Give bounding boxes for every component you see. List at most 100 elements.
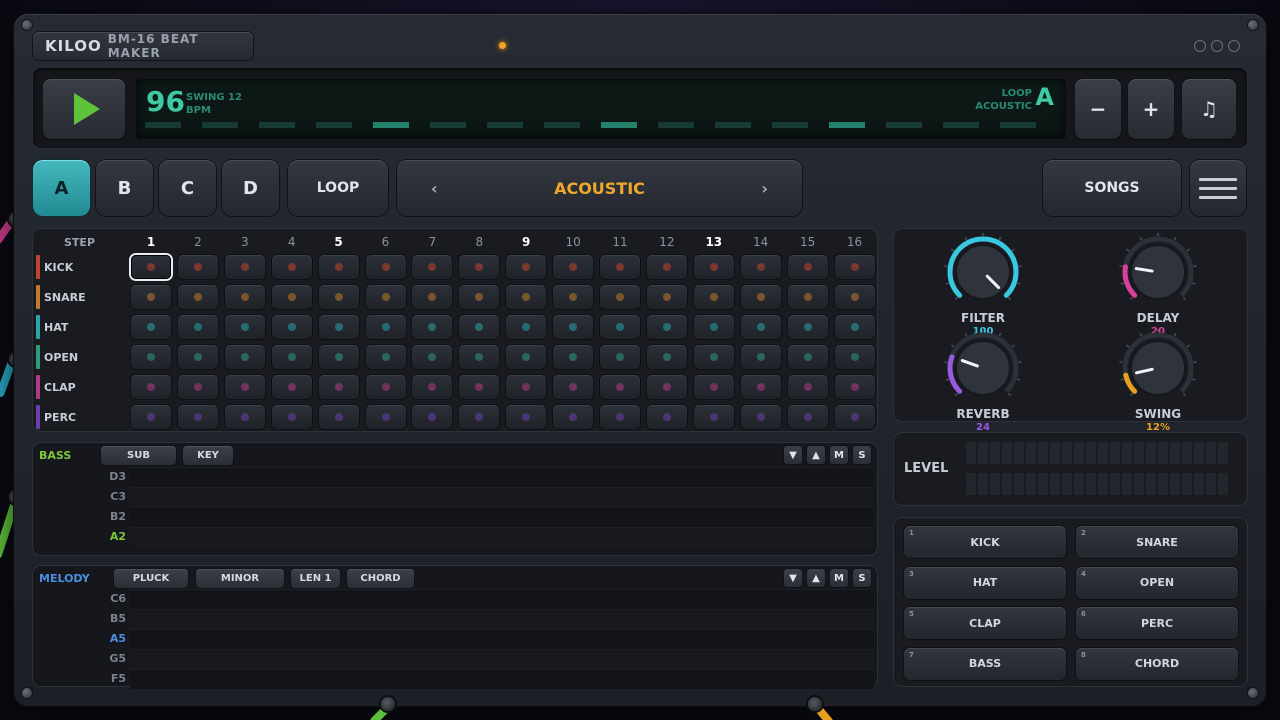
step-pad[interactable] (365, 405, 406, 429)
step-pad[interactable] (834, 405, 875, 429)
window-dot-icon[interactable] (1228, 40, 1240, 52)
step-pad[interactable] (131, 345, 171, 369)
bass-down-button[interactable]: ▼ (784, 446, 802, 464)
step-pad[interactable] (177, 255, 218, 279)
sound-button-chord[interactable]: 8 CHORD (1076, 647, 1238, 680)
window-dot-icon[interactable] (1211, 40, 1223, 52)
chevron-right-icon[interactable]: › (761, 179, 768, 198)
step-pad[interactable] (271, 375, 312, 399)
note-lane[interactable] (130, 629, 874, 649)
step-pad[interactable] (459, 285, 500, 309)
step-pad[interactable] (224, 285, 265, 309)
step-pad[interactable] (553, 345, 594, 369)
step-pad[interactable] (412, 255, 453, 279)
step-pad[interactable] (600, 375, 640, 399)
step-pad[interactable] (318, 405, 359, 429)
melody-chip-len-1[interactable]: LEN 1 (291, 569, 340, 588)
sound-button-open[interactable]: 4 OPEN (1076, 566, 1238, 599)
step-pad[interactable] (553, 375, 594, 399)
step-pad[interactable] (177, 285, 218, 309)
bass-chip-sub[interactable]: SUB (101, 446, 176, 465)
step-pad[interactable] (646, 315, 687, 339)
step-pad[interactable] (224, 405, 265, 429)
note-lane[interactable] (130, 527, 874, 547)
step-pad[interactable] (693, 285, 734, 309)
step-pad[interactable] (834, 345, 875, 369)
step-pad[interactable] (459, 315, 500, 339)
play-button[interactable] (43, 79, 125, 139)
pattern-button-a[interactable]: A (33, 160, 90, 216)
step-pad[interactable] (834, 315, 875, 339)
step-pad[interactable] (600, 345, 640, 369)
bass-mute-button[interactable]: M (830, 446, 848, 464)
step-pad[interactable] (318, 345, 359, 369)
note-lane[interactable] (130, 487, 874, 507)
step-pad[interactable] (740, 315, 781, 339)
melody-chip-minor[interactable]: MINOR (196, 569, 284, 588)
step-pad[interactable] (506, 405, 547, 429)
melody-chip-chord[interactable]: CHORD (347, 569, 414, 588)
step-pad[interactable] (318, 285, 359, 309)
knob-filter[interactable] (943, 232, 1023, 312)
bass-chip-key[interactable]: KEY (183, 446, 233, 465)
step-pad[interactable] (506, 315, 547, 339)
melody-chip-pluck[interactable]: PLUCK (114, 569, 188, 588)
step-pad[interactable] (271, 345, 312, 369)
step-pad[interactable] (224, 315, 265, 339)
step-pad[interactable] (506, 345, 547, 369)
step-pad[interactable] (740, 255, 781, 279)
step-pad[interactable] (506, 375, 547, 399)
step-pad[interactable] (787, 285, 828, 309)
bass-solo-button[interactable]: S (853, 446, 871, 464)
step-pad[interactable] (740, 405, 781, 429)
step-pad[interactable] (646, 375, 687, 399)
step-pad[interactable] (459, 255, 500, 279)
step-pad[interactable] (834, 285, 875, 309)
step-pad[interactable] (131, 285, 171, 309)
step-pad[interactable] (600, 285, 640, 309)
step-pad[interactable] (506, 285, 547, 309)
step-pad[interactable] (646, 345, 687, 369)
step-pad[interactable] (318, 315, 359, 339)
step-pad[interactable] (365, 315, 406, 339)
step-pad[interactable] (646, 255, 687, 279)
step-pad[interactable] (271, 315, 312, 339)
step-pad[interactable] (177, 375, 218, 399)
knob-reverb[interactable] (943, 328, 1023, 408)
note-lane[interactable] (130, 669, 874, 689)
step-pad[interactable] (787, 375, 828, 399)
step-pad[interactable] (131, 255, 171, 279)
step-pad[interactable] (693, 345, 734, 369)
step-pad[interactable] (412, 375, 453, 399)
tempo-minus-button[interactable]: − (1075, 79, 1121, 139)
melody-down-button[interactable]: ▼ (784, 569, 802, 587)
step-pad[interactable] (412, 405, 453, 429)
step-pad[interactable] (459, 375, 500, 399)
step-pad[interactable] (553, 285, 594, 309)
step-pad[interactable] (600, 255, 640, 279)
note-lane[interactable] (130, 467, 874, 487)
note-lane[interactable] (130, 507, 874, 527)
kit-selector[interactable]: ‹ ACOUSTIC › (397, 160, 802, 216)
step-pad[interactable] (740, 345, 781, 369)
step-pad[interactable] (553, 405, 594, 429)
step-pad[interactable] (177, 405, 218, 429)
step-pad[interactable] (693, 255, 734, 279)
pattern-button-c[interactable]: C (159, 160, 216, 216)
step-pad[interactable] (365, 345, 406, 369)
step-pad[interactable] (740, 285, 781, 309)
step-pad[interactable] (365, 255, 406, 279)
step-pad[interactable] (600, 405, 640, 429)
loop-button[interactable]: LOOP (288, 160, 388, 216)
step-pad[interactable] (693, 375, 734, 399)
step-pad[interactable] (365, 375, 406, 399)
step-pad[interactable] (177, 315, 218, 339)
step-pad[interactable] (271, 405, 312, 429)
note-lane[interactable] (130, 589, 874, 609)
step-pad[interactable] (787, 315, 828, 339)
step-pad[interactable] (646, 405, 687, 429)
step-pad[interactable] (131, 375, 171, 399)
melody-mute-button[interactable]: M (830, 569, 848, 587)
step-pad[interactable] (506, 255, 547, 279)
step-pad[interactable] (740, 375, 781, 399)
